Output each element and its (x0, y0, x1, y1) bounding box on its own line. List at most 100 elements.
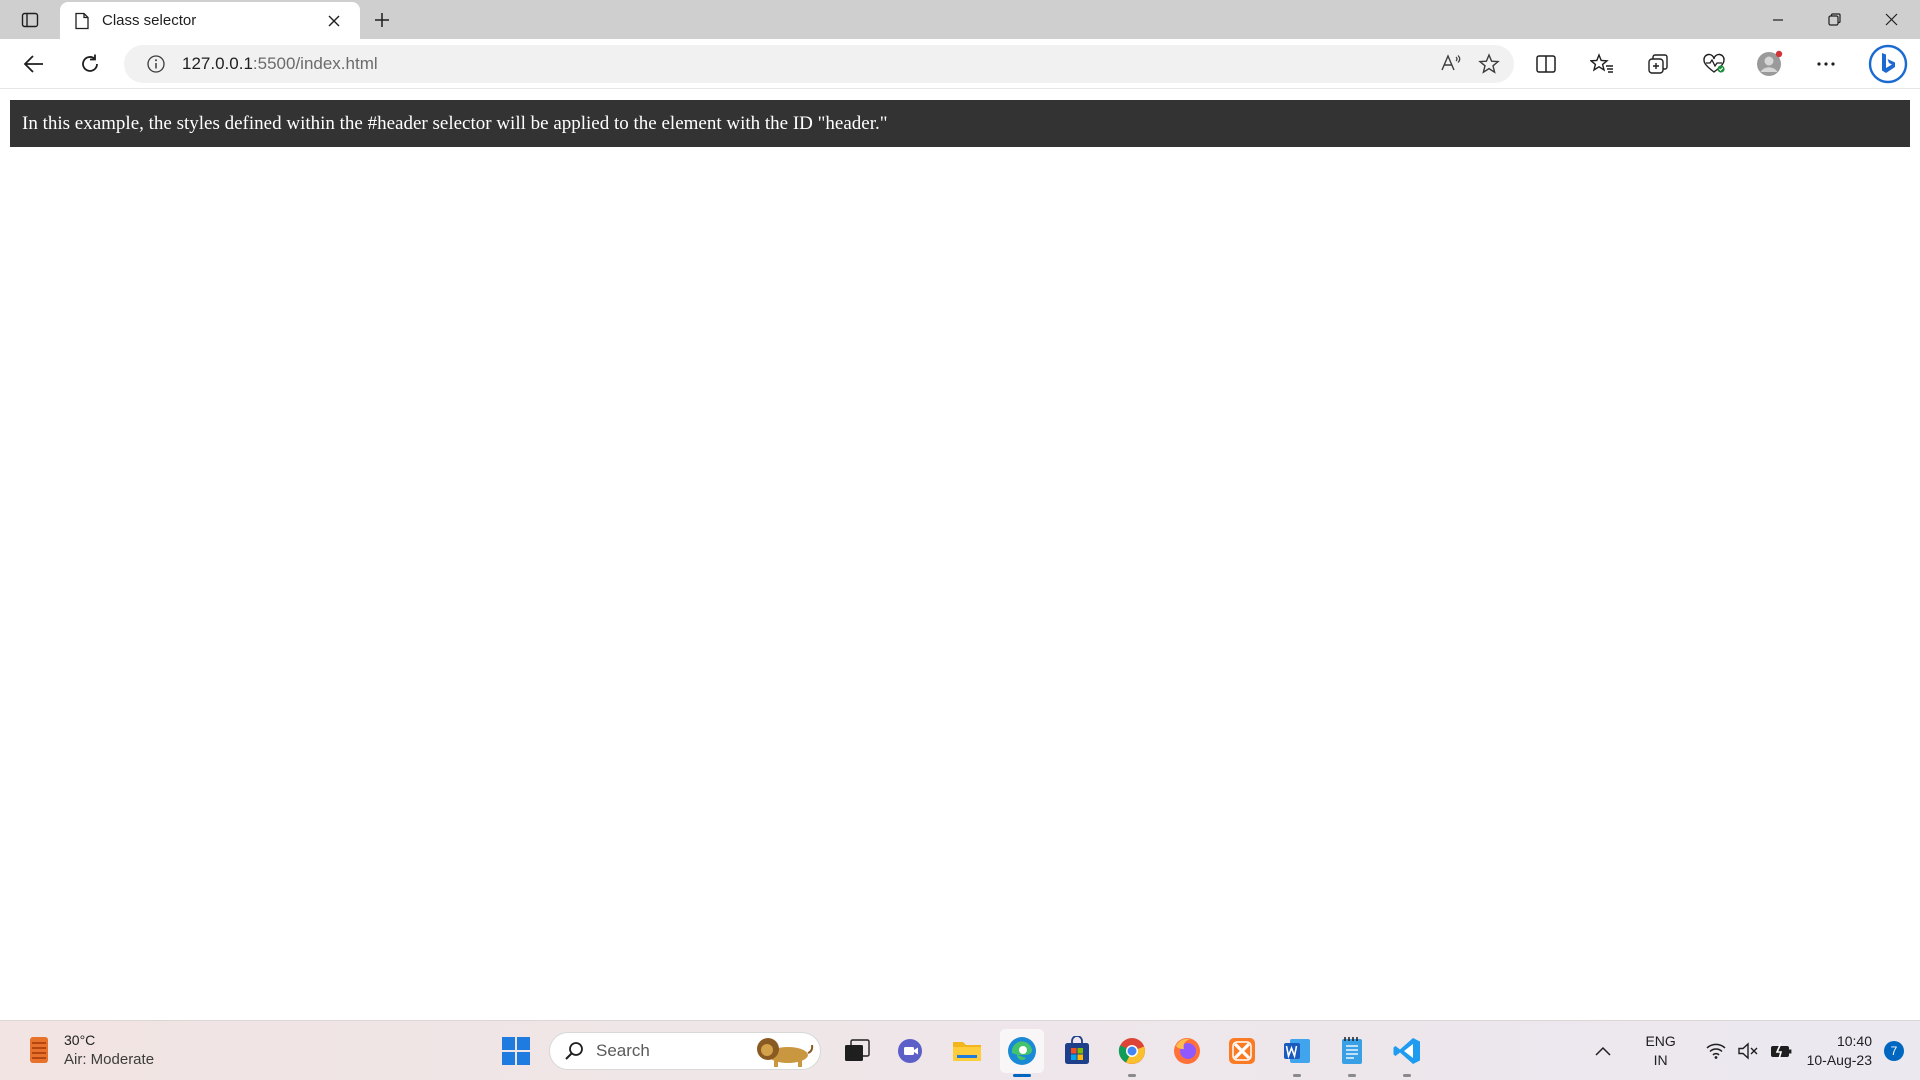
split-screen-icon (1536, 55, 1556, 73)
taskbar-app-word[interactable] (1275, 1029, 1319, 1077)
heart-pulse-icon (1703, 53, 1725, 73)
taskbar-app-firefox[interactable] (1165, 1029, 1209, 1073)
weather-temperature: 30°C (64, 1032, 96, 1048)
reload-button[interactable] (68, 44, 112, 84)
taskbar-app-chrome[interactable] (1110, 1029, 1154, 1077)
close-window-button[interactable] (1863, 0, 1920, 39)
copilot-button[interactable] (1860, 44, 1916, 84)
arrow-left-icon (23, 54, 43, 73)
show-hidden-icons-button[interactable] (1583, 1046, 1623, 1056)
bing-icon (1868, 44, 1908, 84)
minimize-button[interactable] (1749, 0, 1806, 39)
restore-button[interactable] (1806, 0, 1863, 39)
url-text[interactable]: 127.0.0.1:5500/index.html (182, 54, 378, 74)
active-tab[interactable]: Class selector (60, 2, 360, 39)
vscode-icon (1393, 1038, 1420, 1064)
xampp-icon (1229, 1038, 1255, 1064)
header-banner: In this example, the styles defined with… (10, 100, 1910, 147)
favorites-button[interactable] (1580, 44, 1624, 84)
plus-icon (375, 12, 389, 27)
weather-icon (30, 1037, 48, 1063)
back-button[interactable] (12, 44, 56, 84)
weather-widget[interactable]: 30°C Air: Moderate (24, 1031, 154, 1069)
url-path: :5500/index.html (252, 54, 378, 73)
search-icon (565, 1042, 583, 1060)
title-bar: Class selector (0, 0, 1920, 39)
close-icon (328, 15, 340, 26)
system-tray: ENG IN 10:40 10-Aug-23 7 (1583, 1021, 1920, 1080)
page-icon (75, 12, 89, 29)
chevron-up-icon (1595, 1046, 1611, 1056)
more-icon (1817, 62, 1835, 66)
browser-essentials-button[interactable] (1692, 44, 1736, 84)
taskbar-app-xampp[interactable] (1220, 1029, 1264, 1073)
running-indicator (1128, 1074, 1136, 1077)
clock[interactable]: 10:40 10-Aug-23 (1807, 1032, 1872, 1070)
taskbar-app-vscode[interactable] (1385, 1029, 1429, 1077)
lion-illustration-icon (757, 1038, 814, 1067)
start-button[interactable] (494, 1029, 538, 1073)
edge-icon (1008, 1037, 1036, 1065)
notepad-icon (1342, 1037, 1362, 1064)
url-host: 127.0.0.1 (182, 54, 253, 73)
video-chat-icon (898, 1039, 922, 1063)
collections-button[interactable] (1636, 44, 1680, 84)
word-icon (1284, 1039, 1310, 1063)
taskbar: 30°C Air: Moderate Search ENG IN 10:40 1… (0, 1020, 1920, 1080)
tab-title: Class selector (102, 12, 197, 29)
browser-toolbar: 127.0.0.1:5500/index.html (0, 39, 1920, 89)
windows-icon (502, 1037, 530, 1065)
close-icon (1885, 13, 1898, 26)
tab-actions-icon (21, 12, 39, 27)
tab-close-button[interactable] (320, 7, 348, 35)
minimize-icon (1772, 18, 1783, 21)
avatar-icon (1757, 50, 1783, 76)
running-indicator (1348, 1074, 1356, 1077)
taskbar-app-file-explorer[interactable] (945, 1029, 989, 1073)
toolbar-right-actions (1512, 39, 1920, 89)
split-screen-button[interactable] (1524, 44, 1568, 84)
battery-charging-icon (1770, 1042, 1792, 1060)
info-icon[interactable] (146, 54, 166, 74)
restore-icon (1828, 13, 1841, 26)
clock-time: 10:40 (1836, 1033, 1872, 1049)
taskbar-apps: Search (494, 1029, 1440, 1077)
taskbar-app-teams[interactable] (890, 1029, 934, 1073)
new-tab-button[interactable] (360, 0, 404, 39)
reload-icon (82, 54, 98, 72)
chrome-icon (1118, 1038, 1145, 1064)
store-icon (1065, 1036, 1089, 1064)
taskbar-app-store[interactable] (1055, 1029, 1099, 1073)
volume-muted-icon (1737, 1042, 1758, 1060)
favorites-icon (1590, 53, 1613, 73)
task-view-icon (845, 1039, 870, 1061)
taskbar-app-notepad[interactable] (1330, 1029, 1374, 1077)
quick-settings[interactable] (1705, 1042, 1793, 1060)
running-indicator (1403, 1074, 1411, 1077)
taskbar-app-edge[interactable] (1000, 1029, 1044, 1077)
search-placeholder: Search (596, 1041, 650, 1060)
address-bar-actions (1440, 53, 1500, 75)
input-language[interactable]: ENG IN (1633, 1032, 1689, 1070)
window-controls (1749, 0, 1920, 39)
read-aloud-icon[interactable] (1440, 53, 1462, 73)
taskbar-search[interactable]: Search (549, 1032, 821, 1070)
task-view-button[interactable] (835, 1029, 879, 1073)
collections-icon (1648, 54, 1668, 74)
folder-icon (953, 1042, 981, 1061)
clock-date: 10-Aug-23 (1806, 1052, 1872, 1068)
running-indicator (1293, 1074, 1301, 1077)
region-code: IN (1653, 1052, 1668, 1068)
tab-actions-button[interactable] (0, 0, 60, 39)
language-code: ENG (1645, 1033, 1676, 1049)
firefox-icon (1174, 1038, 1200, 1064)
running-indicator (1013, 1074, 1031, 1077)
address-bar[interactable]: 127.0.0.1:5500/index.html (124, 45, 1514, 83)
star-icon[interactable] (1478, 53, 1500, 75)
page-content: In this example, the styles defined with… (0, 90, 1920, 1020)
notification-badge[interactable]: 7 (1884, 1041, 1904, 1061)
wifi-icon (1706, 1043, 1726, 1059)
profile-button[interactable] (1748, 44, 1792, 84)
weather-description: Air: Moderate (64, 1051, 155, 1068)
settings-more-button[interactable] (1804, 44, 1848, 84)
